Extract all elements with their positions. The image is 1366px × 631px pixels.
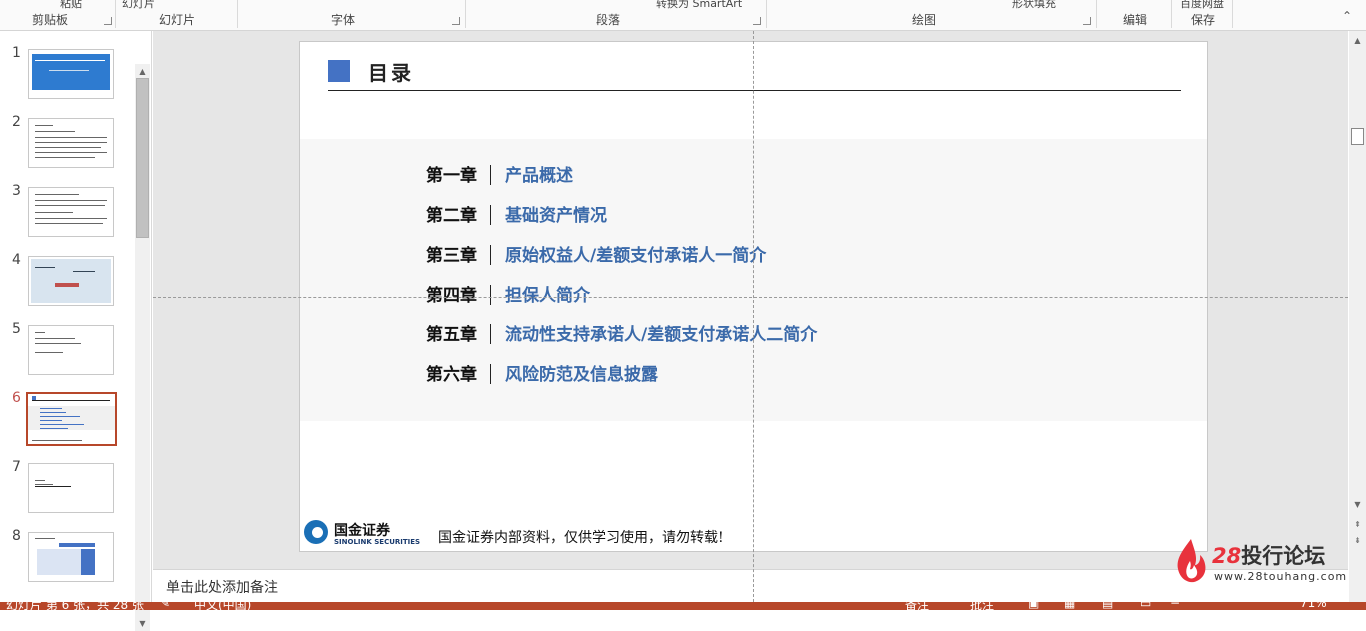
toc-chapter: 第三章 [426,246,477,266]
slide-thumbnail-8[interactable] [28,532,114,582]
thumb-number: 3 [12,183,21,199]
toc-title: 风险防范及信息披露 [505,365,658,385]
group-editing: 编辑 [1123,13,1148,27]
thumb-number: 8 [12,528,21,544]
group-font: 字体 [331,13,356,27]
toc-title: 基础资产情况 [505,206,607,226]
horizontal-guide[interactable] [153,297,1348,298]
notes-placeholder[interactable]: 单击此处添加备注 [166,577,278,597]
scroll-down-icon[interactable]: ▼ [137,618,148,629]
scrollbar-thumb[interactable] [1351,128,1364,145]
group-save: 保存 [1191,13,1216,27]
title-rule [328,90,1181,91]
slide-title[interactable]: 目录 [368,57,414,86]
footer-note[interactable]: 国金证券内部资料，仅供学习使用，请勿转载! [438,527,724,547]
group-separator [766,0,767,28]
spellcheck-icon[interactable]: ✎ [160,602,170,610]
status-bar: 幻灯片 第 6 张，共 28 张 ✎ 中文(中国) 备注 批注 ▣ ▦ ▤ ▭ … [0,602,1366,610]
clipboard-launcher-icon[interactable] [104,17,112,25]
notes-toggle-button[interactable]: 备注 [905,602,929,610]
slide-thumbnail-2[interactable] [28,118,114,168]
toc-item[interactable]: 第六章 风险防范及信息披露 [426,360,658,385]
toc-title: 担保人简介 [505,286,590,306]
font-launcher-icon[interactable] [452,17,460,25]
title-square-icon [328,60,350,82]
toc-title: 流动性支持承诺人/差额支付承诺人二简介 [505,325,818,345]
toc-item[interactable]: 第五章 流动性支持承诺人/差额支付承诺人二简介 [426,320,818,345]
logo-name-cn: 国金证券 [334,523,390,539]
vertical-guide[interactable] [753,31,754,602]
thumb-number-active: 6 [12,390,21,406]
thumb-number: 7 [12,459,21,475]
previous-slide-icon[interactable]: ⇞ [1352,519,1363,530]
group-separator [115,0,116,28]
slide-sorter-icon[interactable]: ▦ [1064,602,1075,610]
slide-thumbnail-5[interactable] [28,325,114,375]
group-drawing: 绘图 [912,13,937,27]
toc-item[interactable]: 第四章 担保人简介 [426,281,590,306]
group-separator [1232,0,1233,28]
flame-logo-icon [1177,539,1206,583]
toc-chapter: 第二章 [426,206,477,226]
toc-item[interactable]: 第二章 基础资产情况 [426,201,607,226]
group-separator [237,0,238,28]
thumbnail-scrollbar[interactable]: ▲ ▼ [135,64,150,631]
shape-fill-button[interactable]: 形状填充 [1012,0,1056,11]
notes-pane[interactable]: 单击此处添加备注 [153,569,1348,602]
toc-chapter: 第五章 [426,325,477,345]
thumb-number: 5 [12,321,21,337]
watermark: 28投行论坛 www.28touhang.com [1172,535,1346,585]
zoom-out-icon[interactable]: − [1170,602,1180,610]
group-separator [1096,0,1097,28]
group-clipboard: 剪贴板 [32,13,69,27]
ribbon: 粘贴 幻灯片 转换为 SmartArt 形状填充 百度网盘 剪贴板 幻灯片 字体… [0,0,1366,31]
slide-thumbnail-4[interactable] [28,256,114,306]
slideshow-icon[interactable]: ▭ [1140,602,1151,610]
thumb-number: 4 [12,252,21,268]
group-paragraph: 段落 [596,13,621,27]
toc-chapter: 第六章 [426,365,477,385]
next-slide-icon[interactable]: ⇟ [1352,535,1363,546]
toc-item[interactable]: 第三章 原始权益人/差额支付承诺人一简介 [426,241,767,266]
toc-chapter: 第四章 [426,286,477,306]
zoom-level[interactable]: 71% [1300,602,1327,610]
slide-thumbnail-3[interactable] [28,187,114,237]
paragraph-launcher-icon[interactable] [753,17,761,25]
logo-name-en: SINOLINK SECURITIES [334,538,421,546]
watermark-brand: 28投行论坛 [1212,544,1326,568]
new-slide-button[interactable]: 幻灯片 [122,0,155,11]
convert-smartart-button[interactable]: 转换为 SmartArt [656,0,742,11]
scrollbar-thumb[interactable] [136,78,149,238]
slide-thumbnail-6[interactable] [26,392,117,446]
slide-thumbnail-7[interactable] [28,463,114,513]
slide-scrollbar[interactable]: ▲ ▼ ⇞ ⇟ [1349,31,1366,602]
thumb-number: 1 [12,45,21,61]
comments-toggle-button[interactable]: 批注 [970,602,994,610]
sinolink-logo-icon [304,520,328,544]
toc-title: 原始权益人/差额支付承诺人一简介 [505,246,767,266]
group-separator [1171,0,1172,28]
slide-count-status: 幻灯片 第 6 张，共 28 张 [6,602,144,610]
drawing-launcher-icon[interactable] [1083,17,1091,25]
group-slides: 幻灯片 [159,13,196,27]
group-separator [465,0,466,28]
toc-chapter: 第一章 [426,166,477,186]
normal-view-icon[interactable]: ▣ [1028,602,1039,610]
scroll-up-icon[interactable]: ▲ [137,66,148,77]
reading-view-icon[interactable]: ▤ [1102,602,1113,610]
slide-thumbnail-1[interactable] [28,49,114,99]
baidu-netdisk-button[interactable]: 百度网盘 [1180,0,1224,11]
toc-item[interactable]: 第一章 产品概述 [426,161,573,186]
toc-title: 产品概述 [505,166,573,186]
collapse-ribbon-icon[interactable]: ⌃ [1342,10,1356,22]
scroll-up-icon[interactable]: ▲ [1352,35,1363,46]
paste-button[interactable]: 粘贴 [60,0,82,11]
thumb-number: 2 [12,114,21,130]
scroll-down-icon[interactable]: ▼ [1352,499,1363,510]
watermark-url: www.28touhang.com [1214,570,1348,583]
language-status[interactable]: 中文(中国) [194,602,251,610]
slide-thumbnail-pane: 1 2 3 4 5 6 7 8 ▲ ▼ [0,31,152,631]
